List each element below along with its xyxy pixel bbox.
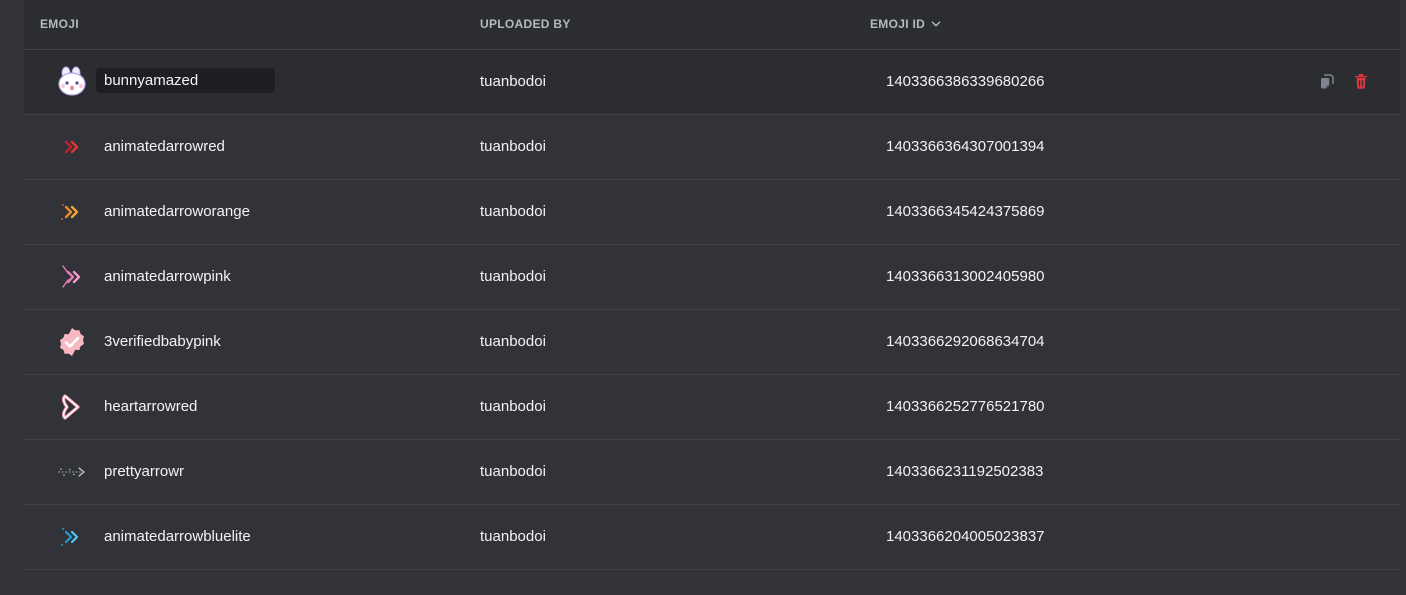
bunny-amazed-emoji-icon bbox=[56, 66, 88, 98]
table-row[interactable]: prettyarrowr tuanbodoi 14033662311925023… bbox=[24, 440, 1400, 505]
emoji-name: animatedarrowbluelite bbox=[104, 528, 251, 545]
emoji-id: 1403366313002405980 bbox=[886, 268, 1045, 285]
uploader-name: tuanbodoi bbox=[480, 268, 546, 285]
emoji-name: 3verifiedbabypink bbox=[104, 333, 221, 350]
emoji-id: 1403366386339680266 bbox=[886, 73, 1045, 90]
emoji-id: 1403366204005023837 bbox=[886, 528, 1045, 545]
uploader-name: tuanbodoi bbox=[480, 333, 546, 350]
table-row[interactable]: animatedarrowred tuanbodoi 1403366364307… bbox=[24, 115, 1400, 180]
heart-arrow-emoji-icon bbox=[56, 391, 88, 423]
orange-arrow-emoji-icon bbox=[56, 196, 88, 228]
emoji-id: 1403366292068634704 bbox=[886, 333, 1045, 350]
table-row[interactable]: animatedarrowpink tuanbodoi 140336631300… bbox=[24, 245, 1400, 310]
copy-icon[interactable] bbox=[1318, 72, 1336, 90]
table-row[interactable]: 3verifiedbabypink tuanbodoi 140336629206… bbox=[24, 310, 1400, 375]
row-actions bbox=[1318, 72, 1370, 90]
emoji-table: EMOJI UPLOADED BY EMOJI ID tuanbodoi 140… bbox=[24, 0, 1400, 570]
table-row[interactable]: animatedarroworange tuanbodoi 1403366345… bbox=[24, 180, 1400, 245]
emoji-name: prettyarrowr bbox=[104, 463, 185, 480]
emoji-id: 1403366364307001394 bbox=[886, 138, 1045, 155]
emoji-id: 1403366231192502383 bbox=[886, 463, 1044, 480]
delete-icon[interactable] bbox=[1352, 72, 1370, 90]
emoji-name: animatedarrowpink bbox=[104, 268, 231, 285]
column-header-emoji: EMOJI bbox=[40, 17, 79, 31]
uploader-name: tuanbodoi bbox=[480, 138, 546, 155]
uploader-name: tuanbodoi bbox=[480, 203, 546, 220]
emoji-name-input[interactable] bbox=[96, 68, 275, 93]
pink-arrow-emoji-icon bbox=[56, 261, 88, 293]
uploader-name: tuanbodoi bbox=[480, 73, 546, 90]
chevron-down-icon bbox=[931, 21, 941, 27]
verified-badge-emoji-icon bbox=[56, 326, 88, 358]
uploader-name: tuanbodoi bbox=[480, 528, 546, 545]
uploader-name: tuanbodoi bbox=[480, 398, 546, 415]
emoji-name: animatedarrowred bbox=[104, 138, 225, 155]
red-arrow-emoji-icon bbox=[56, 131, 88, 163]
emoji-id: 1403366345424375869 bbox=[886, 203, 1045, 220]
emoji-id: 1403366252776521780 bbox=[886, 398, 1045, 415]
table-row[interactable]: heartarrowred tuanbodoi 1403366252776521… bbox=[24, 375, 1400, 440]
table-row[interactable]: tuanbodoi 1403366386339680266 bbox=[24, 50, 1400, 115]
uploader-name: tuanbodoi bbox=[480, 463, 546, 480]
blue-arrow-emoji-icon bbox=[56, 521, 88, 553]
table-header: EMOJI UPLOADED BY EMOJI ID bbox=[24, 0, 1400, 50]
column-header-emoji-id[interactable]: EMOJI ID bbox=[870, 17, 943, 31]
pretty-arrow-emoji-icon bbox=[56, 456, 88, 488]
emoji-name: animatedarroworange bbox=[104, 203, 250, 220]
table-row[interactable]: animatedarrowbluelite tuanbodoi 14033662… bbox=[24, 505, 1400, 570]
column-header-emoji-id-label: EMOJI ID bbox=[870, 17, 926, 31]
column-header-uploaded-by: UPLOADED BY bbox=[480, 17, 571, 31]
emoji-name: heartarrowred bbox=[104, 398, 198, 415]
